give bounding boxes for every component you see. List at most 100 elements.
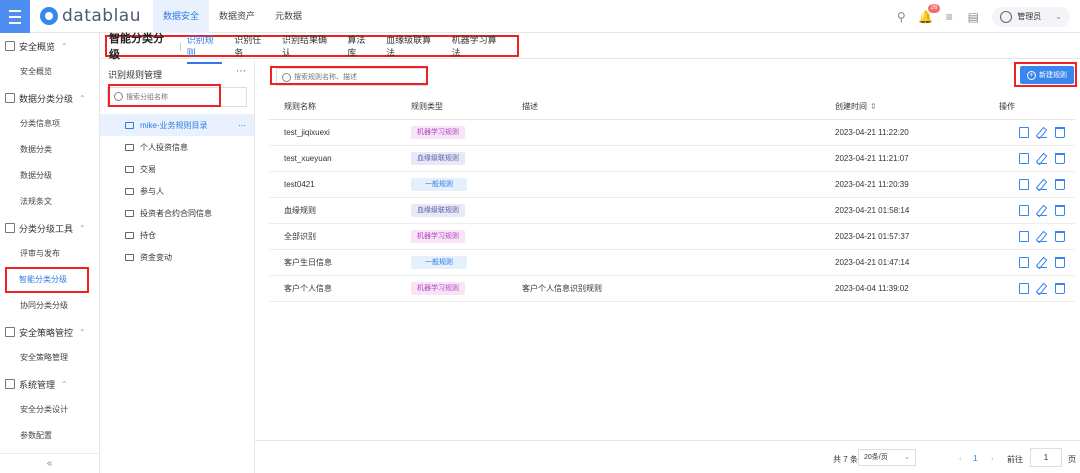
table-header: 规则名称 规则类型 描述 创建时间 ⇕ 操作 [269,94,1075,120]
edit-icon[interactable] [1037,257,1047,268]
edit-icon[interactable] [1037,179,1047,190]
tab-divider: | [179,41,182,51]
next-page-icon[interactable]: › [991,454,994,463]
delete-icon[interactable] [1055,256,1065,268]
sidebar-group-security-overview[interactable]: 安全概览 ⌃ [0,33,99,59]
rule-type-tag: 血缘级联规则 [411,151,465,165]
tab-result-confirm[interactable]: 识别结果确认 [282,33,335,59]
delete-icon[interactable] [1055,204,1065,216]
clipboard-icon[interactable]: ▤ [966,10,980,24]
tab-algorithms[interactable]: 算法库 [347,33,374,59]
sidebar-item-data-level[interactable]: 数据分级 [0,163,99,189]
goto-page-input[interactable]: 1 [1030,448,1062,467]
tree-node[interactable]: 资金变动 [100,246,254,268]
table-row[interactable]: 全部识别 机器学习规则 2023-04-21 01:57:37 [269,223,1075,250]
sidebar-group-data-classification[interactable]: 数据分类分级 ⌃ [0,85,99,111]
delete-icon[interactable] [1055,178,1065,190]
rule-desc [522,171,835,198]
more-icon[interactable]: ⋯ [236,66,246,77]
sort-icon[interactable]: ⇕ [870,102,877,111]
sidebar-item-regulations[interactable]: 法规条文 [0,189,99,215]
sidebar-item-collab-classification[interactable]: 协同分类分级 [0,293,99,319]
sidebar-item-security-overview[interactable]: 安全概览 [0,59,99,85]
user-menu[interactable]: 管理员 ⌄ [992,6,1070,27]
sidebar-item-review-publish[interactable]: 评审与发布 [0,241,99,267]
tree-node[interactable]: 交易 [100,158,254,180]
tab-tasks[interactable]: 识别任务 [234,33,270,59]
tree-node[interactable]: 持仓 [100,224,254,246]
bell-icon[interactable]: 🔔 26 [918,3,941,24]
avatar [1000,10,1013,23]
edit-icon[interactable] [1037,153,1047,164]
sidebar-item-params[interactable]: 参数配置 [0,423,99,449]
page-size-value: 20条/页 [864,454,888,461]
rule-desc [522,119,835,146]
tab-ml-algorithm[interactable]: 机器学习算法 [452,33,505,59]
folder-icon [125,121,134,129]
sidebar-group-system[interactable]: 系统管理 ⌃ [0,371,99,397]
view-icon[interactable] [1019,204,1029,216]
view-icon[interactable] [1019,178,1029,190]
sidebar-item-smart-classification[interactable]: 智能分类分级 [5,267,89,293]
delete-icon[interactable] [1055,126,1065,138]
edit-icon[interactable] [1037,283,1047,294]
table-row[interactable]: 客户生日信息 一般规则 2023-04-21 01:47:14 [269,249,1075,276]
tree-node[interactable]: mike-业务规则目录 ⋯ [100,114,254,136]
edit-icon[interactable] [1037,205,1047,216]
table-row[interactable]: test0421 一般规则 2023-04-21 11:20:39 [269,171,1075,198]
view-icon[interactable] [1019,152,1029,164]
rule-type-cell: 血缘级联规则 [411,145,522,172]
top-right-tools: ⚲ 🔔 26 ≡ ▤ 管理员 ⌄ [884,0,1070,33]
delete-icon[interactable] [1055,152,1065,164]
tree-node[interactable]: 投资者合约合同信息 [100,202,254,224]
rule-group-tree: 识别规则管理 ⋯ mike-业务规则目录 ⋯ 个人投资信息 交易 参与人 投资者合… [100,60,255,473]
page-size-select[interactable]: 20条/页 ⌄ [858,449,916,466]
prev-page-icon[interactable]: ‹ [959,454,962,463]
rule-type-tag: 机器学习规则 [411,229,465,243]
view-icon[interactable] [1019,282,1029,294]
topnav-metadata[interactable]: 元数据 [265,0,312,33]
sidebar-group-policy[interactable]: 安全策略管控 ⌃ [0,319,99,345]
delete-icon[interactable] [1055,230,1065,242]
collapse-sidebar-icon[interactable]: « [0,453,99,473]
plus-circle-icon: + [1027,70,1036,80]
more-icon[interactable]: ⋯ [238,121,246,130]
search-icon[interactable]: ⚲ [894,10,908,24]
table-row[interactable]: test_jiqixuexi 机器学习规则 2023-04-21 11:22:20 [269,119,1075,146]
sidebar-item-class-info[interactable]: 分类信息项 [0,111,99,137]
menu-button[interactable] [0,0,30,33]
module-tabs: 智能分类分级 | 识别规则 识别任务 识别结果确认 算法库 血缘级联算法 机器学… [105,33,519,64]
tree-node[interactable]: 参与人 [100,180,254,202]
table-row[interactable]: 客户个人信息 机器学习规则 客户个人信息识别规则 2023-04-04 11:39:0… [269,275,1075,302]
sidebar-item-policy-manage[interactable]: 安全策略管理 [0,345,99,371]
layers-icon[interactable]: ≡ [942,10,956,24]
edit-icon[interactable] [1037,127,1047,138]
chevron-up-icon: ⌃ [79,93,86,103]
sidebar-item-data-class[interactable]: 数据分类 [0,137,99,163]
delete-icon[interactable] [1055,282,1065,294]
topnav-data-security[interactable]: 数据安全 [153,0,210,33]
col-time[interactable]: 创建时间 ⇕ [835,94,999,120]
view-icon[interactable] [1019,230,1029,242]
table-row[interactable]: 血缘规则 血缘级联规则 2023-04-21 01:58:14 [269,197,1075,224]
current-page[interactable]: 1 [973,454,977,463]
logo[interactable]: datablau [40,6,141,26]
rule-created-time: 2023-04-04 11:39:02 [835,275,999,302]
topnav-data-assets[interactable]: 数据资产 [209,0,265,33]
module-title: 智能分类分级 [109,33,164,61]
logo-icon [40,7,58,25]
new-rule-button[interactable]: + 新建规则 [1020,66,1074,84]
sidebar-item-security-design[interactable]: 安全分类设计 [0,397,99,423]
folder-icon [125,187,134,195]
table-row[interactable]: test_xueyuan 血缘级联规则 2023-04-21 11:21:07 [269,145,1075,172]
edit-icon[interactable] [1037,231,1047,242]
tree-node[interactable]: 个人投资信息 [100,136,254,158]
sidebar-group-label: 分类分级工具 [19,223,74,234]
rule-type-tag: 血缘级联规则 [411,203,465,217]
sidebar-group-classification-tools[interactable]: 分类分级工具 ⌃ [0,215,99,241]
tab-lineage-algorithm[interactable]: 血缘级联算法 [386,33,439,59]
rule-name: 客户生日信息 [269,249,411,276]
view-icon[interactable] [1019,256,1029,268]
rule-type-cell: 血缘级联规则 [411,197,522,224]
view-icon[interactable] [1019,126,1029,138]
